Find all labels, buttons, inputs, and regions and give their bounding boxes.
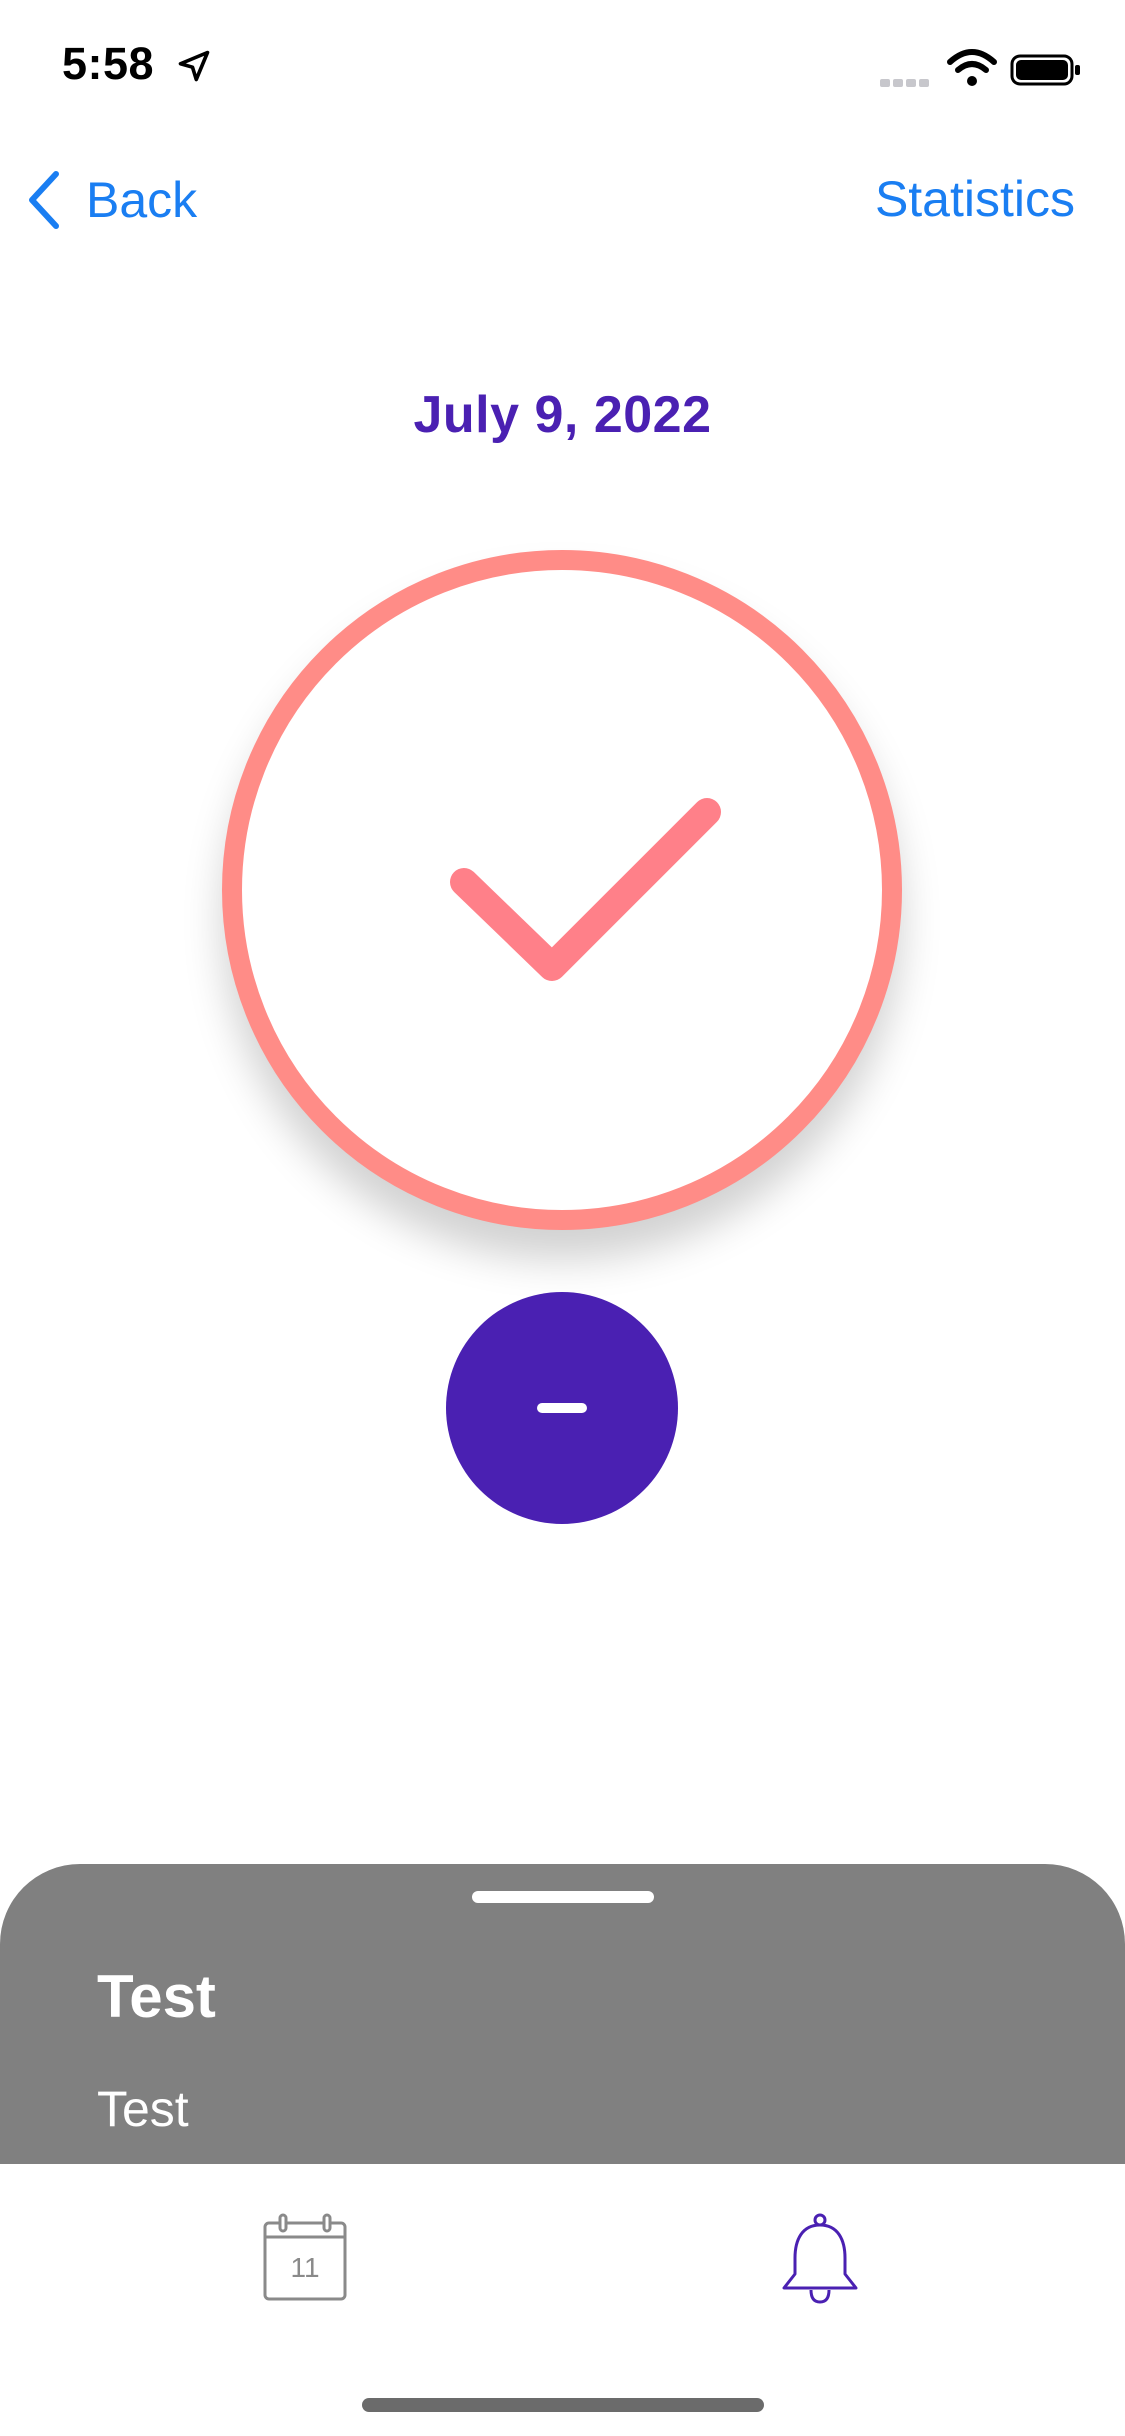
statistics-button[interactable]: Statistics bbox=[875, 170, 1075, 228]
minus-button[interactable] bbox=[446, 1292, 678, 1524]
sheet-title: Test bbox=[97, 1963, 216, 2030]
checkmark-icon bbox=[450, 798, 721, 981]
sheet-drag-handle[interactable] bbox=[472, 1891, 654, 1903]
back-label: Back bbox=[86, 172, 198, 228]
minus-icon bbox=[537, 1403, 587, 1413]
location-arrow-icon bbox=[178, 50, 210, 82]
status-time: 5:58 bbox=[62, 38, 155, 89]
sheet-subtitle: Test bbox=[97, 2081, 189, 2137]
bell-icon[interactable] bbox=[776, 2212, 864, 2308]
check-button[interactable] bbox=[222, 550, 902, 1230]
date-title: July 9, 2022 bbox=[413, 386, 712, 444]
home-indicator bbox=[362, 2398, 764, 2412]
battery-icon bbox=[1010, 54, 1080, 86]
cellular-signal-icon bbox=[880, 74, 932, 92]
wifi-icon bbox=[947, 49, 997, 86]
back-button[interactable]: Back bbox=[24, 165, 197, 235]
chevron-left-icon bbox=[29, 171, 59, 229]
calendar-day-number: 11 bbox=[290, 2252, 320, 2283]
tab-bar bbox=[0, 2164, 1125, 2436]
